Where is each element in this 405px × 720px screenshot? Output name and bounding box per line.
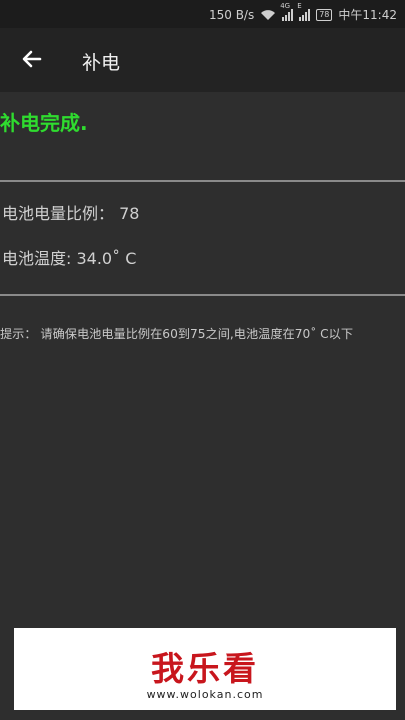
clock: 中午11:42 (338, 8, 397, 22)
back-button[interactable] (18, 45, 46, 73)
signal-e-icon: E (297, 2, 311, 21)
signal-4g-icon: 4G (280, 2, 294, 21)
battery-level-text: 电池电量比例： 78 (2, 204, 140, 223)
wifi-icon (261, 9, 276, 20)
page-title: 补电 (82, 52, 121, 74)
ad-site-url: www.wolokan.com (146, 688, 264, 701)
network-speed: 150 B/s (208, 7, 255, 22)
divider (0, 294, 405, 296)
charge-status-text: 补电完成. (0, 111, 88, 135)
ad-brand-logo: 我乐看 (151, 649, 259, 688)
app-bar: 补电 (0, 28, 405, 92)
battery-temperature-text: 电池温度: 34.0˚ C (2, 249, 137, 268)
status-bar: 150 B/s 4G E 78 中午11:42 (0, 0, 405, 28)
tip-text: 提示： 请确保电池电量比例在60到75之间,电池温度在70˚ C以下 (0, 327, 354, 341)
arrow-left-icon (22, 50, 42, 68)
divider (0, 180, 405, 182)
battery-icon: 78 (316, 8, 333, 21)
ad-banner[interactable]: 我乐看 www.wolokan.com (14, 628, 396, 710)
